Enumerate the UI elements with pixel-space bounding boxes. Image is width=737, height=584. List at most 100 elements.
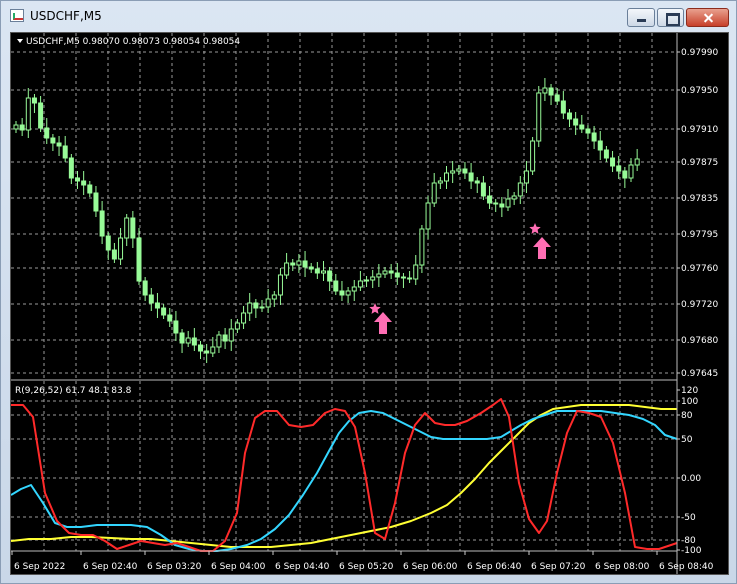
indicator-level-label: -80	[681, 536, 696, 546]
candle-body	[302, 260, 308, 268]
candle-body	[517, 182, 523, 197]
candle-body	[382, 270, 388, 275]
time-label: 6 Sep 02:40	[83, 562, 138, 572]
time-label: 6 Sep 06:00	[403, 562, 458, 572]
candle-body	[351, 286, 357, 292]
candle-body	[388, 270, 394, 274]
candle-body	[75, 177, 80, 182]
candle-body	[400, 276, 406, 279]
price-label: 0.97680	[681, 336, 718, 346]
candle-body	[210, 346, 216, 354]
candle-body	[536, 92, 542, 142]
candle-body	[394, 272, 400, 278]
candle-body	[234, 322, 240, 330]
window-title: USDCHF,M5	[30, 9, 102, 23]
price-label: 0.97835	[681, 194, 718, 204]
price-label: 0.97950	[681, 86, 718, 96]
candle-body	[567, 112, 572, 120]
signal-star-icon	[369, 303, 381, 314]
chart-menu-triangle-icon[interactable]	[17, 39, 23, 43]
price-label: 0.97645	[681, 369, 718, 379]
candle-body	[271, 294, 277, 300]
price-label: 0.97760	[681, 264, 718, 274]
candle-body	[185, 337, 191, 344]
candle-body	[198, 344, 203, 352]
candle-body	[19, 124, 25, 131]
candle-body	[634, 158, 640, 166]
indicator-level-label: 100	[681, 397, 698, 407]
minimize-button[interactable]	[627, 8, 655, 27]
application-window: USDCHF,M5 0.97990 0.97950 0.97910 0.97875 0.…	[0, 0, 737, 584]
indicator-medium-line	[11, 410, 678, 552]
candle-body	[573, 118, 579, 126]
time-label: 6 Sep 04:00	[211, 562, 266, 572]
indicator-header: R(9,26,52) 61.7 48.1 83.8	[15, 386, 132, 396]
indicator-level-label: 50	[681, 435, 693, 445]
candle-body	[585, 128, 591, 134]
time-label: 6 Sep 06:40	[467, 562, 522, 572]
chart-canvas[interactable]: 0.97990 0.97950 0.97910 0.97875 0.97835 0.977…	[11, 33, 728, 574]
chart-area[interactable]: 0.97990 0.97950 0.97910 0.97875 0.97835 0.977…	[10, 32, 729, 575]
candle-body	[228, 328, 234, 342]
indicator-level-label: 120	[681, 386, 698, 396]
candle-body	[161, 307, 167, 316]
title-bar[interactable]: USDCHF,M5	[1, 1, 736, 31]
price-label: 0.97990	[681, 48, 718, 58]
candle-body	[487, 195, 493, 204]
candle-body	[167, 314, 173, 322]
candle-body	[68, 157, 74, 179]
candle-body	[456, 168, 462, 172]
time-axis: 6 Sep 2022 6 Sep 02:40 6 Sep 03:20 6 Sep 04…	[11, 551, 714, 572]
candle-body	[222, 334, 228, 342]
candle-body	[474, 180, 480, 184]
candle-body	[265, 298, 271, 308]
candle-body	[345, 290, 351, 296]
candle-body	[290, 262, 296, 266]
price-label: 0.97720	[681, 300, 718, 310]
candle-body	[38, 102, 44, 129]
indicator-level-label: 80	[681, 411, 693, 421]
candle-body	[376, 273, 382, 278]
candle-body	[499, 203, 505, 208]
candle-body	[339, 290, 345, 296]
candle-body	[357, 280, 363, 288]
candle-body	[44, 127, 50, 139]
indicator-axis: 120100 80 50 0.00 -50 -80-100	[677, 386, 702, 556]
candle-body	[296, 260, 302, 266]
time-label: 6 Sep 04:40	[275, 562, 330, 572]
candle-body	[118, 237, 124, 260]
candle-body	[425, 202, 431, 230]
candle-body	[333, 280, 339, 292]
candle-body	[13, 124, 19, 130]
main-chart-header: USDCHF,M5 0.98070 0.98073 0.98054 0.9805…	[26, 37, 240, 47]
chart-window-icon	[10, 9, 24, 22]
candle-body	[191, 337, 197, 346]
candle-body	[364, 279, 370, 282]
candle-body	[284, 262, 290, 276]
candle-body	[437, 180, 443, 184]
candle-body	[419, 228, 425, 266]
price-label: 0.97910	[681, 125, 718, 135]
time-label: 6 Sep 05:20	[339, 562, 394, 572]
candle-body	[81, 180, 87, 186]
indicator-lines	[11, 398, 678, 552]
time-label: 6 Sep 03:20	[147, 562, 202, 572]
maximize-button[interactable]	[657, 8, 684, 27]
candle-body	[493, 202, 499, 205]
candle-body	[610, 157, 616, 167]
candle-body	[554, 94, 560, 102]
candle-body	[259, 306, 265, 309]
candle-body	[50, 137, 56, 144]
candle-body	[148, 294, 154, 304]
candle-body	[622, 170, 628, 179]
candle-body	[154, 302, 160, 309]
candle-body	[277, 274, 283, 296]
candle-body	[173, 320, 179, 334]
candle-body	[308, 266, 314, 270]
candle-body	[124, 217, 130, 239]
candle-body	[130, 217, 136, 239]
price-label: 0.97795	[681, 230, 718, 240]
close-button[interactable]	[686, 8, 729, 27]
indicator-level-label: 0.00	[681, 474, 701, 484]
time-label: 6 Sep 08:40	[659, 562, 714, 572]
